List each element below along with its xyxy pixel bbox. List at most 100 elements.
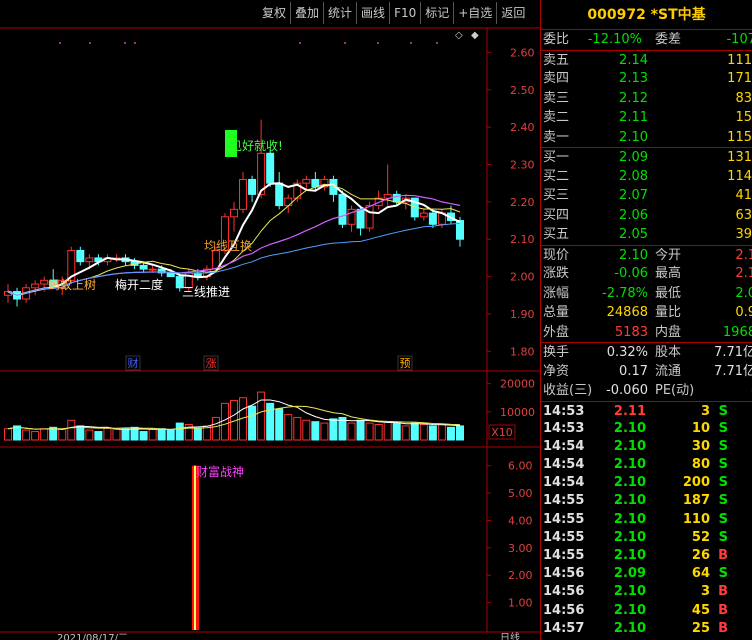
indicator-tick-label: 4.00	[508, 514, 533, 527]
weibi-row: 委比 -12.10% 委差 -107	[541, 30, 752, 50]
tick-volume: 200	[682, 475, 710, 491]
toolbar-button-1[interactable]: 叠加	[290, 2, 324, 24]
toolbar-button-7[interactable]: 返回	[496, 2, 530, 24]
price-tick-label: 2.30	[510, 159, 535, 172]
tick-row: 14:56 2.09 64 S	[541, 564, 752, 582]
tick-row: 14:56 2.10 45 B	[541, 601, 752, 619]
sell-volume: 111	[727, 52, 752, 68]
sell-label: 卖五	[543, 52, 570, 68]
indicator-tick-label: 6.00	[508, 460, 533, 473]
volume-bar	[456, 425, 464, 441]
stat-value: 2.1	[735, 266, 752, 281]
tick-row: 14:54 2.10 80 S	[541, 455, 752, 473]
buy-label: 买三	[543, 188, 570, 203]
toolbar-button-2[interactable]: 统计	[323, 2, 357, 24]
volume-bar	[40, 428, 49, 441]
indicator-tick-label: 1.00	[508, 597, 533, 610]
sell-price: 2.13	[619, 71, 648, 86]
buy-label: 买四	[543, 207, 570, 223]
sell-price: 2.10	[619, 129, 648, 145]
buy-volume: 39	[735, 227, 752, 242]
stat-label: 总量	[543, 305, 570, 320]
tick-side: B	[718, 620, 728, 636]
tick-row: 14:53 2.10 10 S	[541, 419, 752, 437]
bottom-date: 2021/08/17/二	[57, 633, 128, 640]
price-tick-label: 2.60	[510, 46, 535, 59]
tick-volume: 45	[691, 602, 710, 618]
tick-volume: 25	[691, 620, 710, 636]
signal-dot	[299, 42, 301, 44]
candle-body	[338, 193, 347, 225]
volume-unit: X10	[491, 426, 513, 439]
stat-label: 外盘	[543, 324, 570, 340]
kline-chart[interactable]: 2.60 2.50 2.40 2.30 2.20 2.10 2.00 1.90 1.80 ◇ ◆ 见好…	[0, 0, 540, 640]
volume-bar	[374, 424, 383, 441]
stat-label: 内盘	[655, 324, 682, 340]
indicator-tick-label: 3.00	[508, 542, 533, 555]
candle-body	[148, 268, 157, 271]
tick-time: 14:53	[543, 420, 585, 436]
marker-label: 财	[128, 356, 139, 370]
signal-dot	[59, 42, 61, 44]
tick-side: S	[718, 457, 728, 473]
tick-price: 2.10	[613, 548, 646, 563]
volume-bar	[401, 425, 410, 441]
volume-bar	[139, 431, 148, 441]
signal-dot	[344, 42, 346, 44]
fund-label: 换手	[543, 345, 570, 360]
buy-row: 买二 2.08 114	[541, 167, 752, 187]
tick-side: B	[718, 584, 728, 600]
sell-row: 卖三 2.12 83	[541, 89, 752, 109]
stat-row: 涨幅 -2.78% 最低 2.0	[541, 284, 752, 304]
fund-label: 股本	[655, 345, 682, 360]
tick-volume: 3	[700, 584, 710, 600]
volume-bar	[121, 428, 130, 441]
sell-label: 卖四	[543, 71, 570, 86]
toolbar-button-4[interactable]: F10	[389, 2, 421, 24]
tick-row: 14:54 2.10 30 S	[541, 437, 752, 455]
toolbar-button-6[interactable]: +自选	[453, 2, 497, 24]
candle-body	[311, 178, 320, 188]
tick-price: 2.10	[613, 602, 646, 618]
buy-label: 买五	[543, 227, 570, 242]
signal-dot	[377, 42, 379, 44]
weibi-value: -12.10%	[587, 32, 642, 47]
volume-tick-label: 20000	[500, 378, 535, 391]
toolbar-button-5[interactable]: 标记	[420, 2, 454, 24]
candle-body	[302, 178, 311, 184]
stock-title: 000972 *ST中基	[541, 0, 752, 30]
price-tick-label: 2.00	[510, 271, 535, 284]
volume-bar	[257, 391, 266, 441]
tick-time: 14:55	[543, 493, 585, 509]
candle-body	[275, 182, 284, 207]
tick-time: 14:54	[543, 438, 585, 454]
stat-row: 外盘 5183 内盘 1968	[541, 323, 752, 343]
toolbar-button-0[interactable]: 复权	[258, 2, 291, 24]
volume-bar	[329, 418, 338, 441]
volume-bar	[446, 426, 455, 441]
quote-panel: 000972 *ST中基 委比 -12.10% 委差 -107 卖五 2.14 111 卖四 2…	[540, 0, 752, 640]
toolbar-button-3[interactable]: 画线	[356, 2, 390, 24]
volume-bar	[4, 428, 12, 441]
tick-price: 2.10	[613, 457, 646, 473]
fund-row: 收益(三)-0.060PE(动)-	[541, 381, 752, 401]
chart-toolbar: 复权 叠加 统计 画线 F10 标记 +自选 返回	[258, 2, 530, 24]
buy-price: 2.07	[619, 188, 648, 203]
volume-bar	[22, 429, 31, 441]
chart-canvas[interactable]: 2.60 2.50 2.40 2.30 2.20 2.10 2.00 1.90 1.80 ◇ ◆ 见好…	[0, 0, 540, 640]
volume-bar	[347, 422, 356, 441]
sell-price: 2.12	[619, 90, 648, 106]
candle-body	[85, 257, 94, 263]
tick-volume: 110	[682, 511, 710, 527]
buy-volume: 131	[727, 150, 752, 165]
volume-bar	[383, 421, 392, 441]
volume-bar	[302, 419, 311, 441]
tick-side: B	[718, 548, 728, 563]
tick-time: 14:55	[543, 548, 585, 563]
volume-bar	[293, 416, 302, 441]
stat-value: 0.9	[735, 305, 752, 320]
indicator-tick-label: 2.00	[508, 569, 533, 582]
annotation-sanxian: 三线推进	[182, 285, 230, 299]
volume-bar	[175, 422, 184, 441]
buy-price: 2.09	[619, 150, 648, 165]
